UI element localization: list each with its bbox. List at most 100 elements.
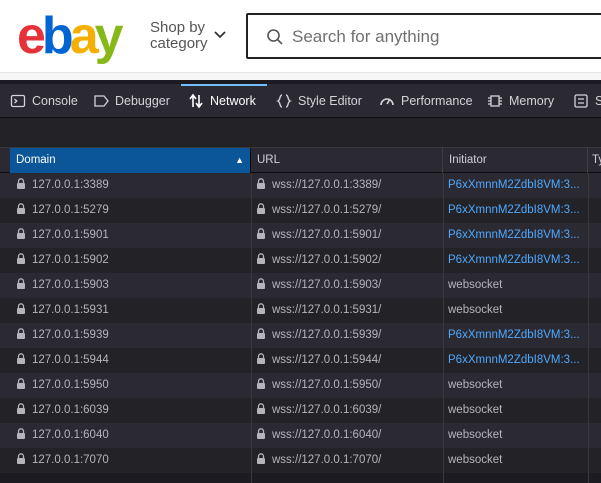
initiator-text: websocket	[448, 304, 503, 316]
table-row[interactable]: 127.0.0.1:5902 wss://127.0.0.1:5902/P6xXm…	[0, 248, 601, 273]
initiator-cell: websocket	[448, 448, 588, 473]
url-text: wss://127.0.0.1:5950/	[272, 379, 382, 391]
column-header-label: Domain	[16, 154, 56, 166]
url-text: wss://127.0.0.1:5931/	[272, 304, 382, 316]
domain-cell: 127.0.0.1:5902	[16, 248, 248, 273]
column-header-domain[interactable]: Domain ▲	[10, 148, 251, 173]
tab-label: Console	[32, 94, 78, 108]
initiator-cell: websocket	[448, 373, 588, 398]
lock-icon	[17, 303, 25, 314]
domain-text: 127.0.0.1:6040	[32, 429, 109, 441]
ebay-subheader-strip	[0, 72, 601, 80]
lock-icon	[17, 428, 25, 439]
table-row[interactable]: 127.0.0.1:6040 wss://127.0.0.1:6040/webso…	[0, 423, 601, 448]
debugger-icon	[94, 95, 109, 107]
tab-network[interactable]: Network	[188, 84, 256, 118]
table-row[interactable]: 127.0.0.1:5939 wss://127.0.0.1:5939/P6xXm…	[0, 323, 601, 348]
domain-cell: 127.0.0.1:5901	[16, 223, 248, 248]
url-text: wss://127.0.0.1:6039/	[272, 404, 382, 416]
memory-icon	[488, 95, 502, 107]
domain-text: 127.0.0.1:6039	[32, 404, 109, 416]
storage-icon	[574, 94, 588, 108]
initiator-text: websocket	[448, 429, 503, 441]
performance-icon	[380, 98, 394, 106]
column-header-type[interactable]: Ty	[588, 148, 601, 173]
initiator-text: P6xXmnnM2ZdbI8VM:3...	[448, 179, 580, 191]
url-cell: wss://127.0.0.1:6039/	[256, 398, 442, 423]
lock-icon	[257, 253, 265, 264]
lock-icon	[257, 278, 265, 289]
network-filter-bar[interactable]	[0, 118, 601, 148]
domain-text: 127.0.0.1:5944	[32, 354, 109, 366]
tab-debugger[interactable]: Debugger	[93, 84, 170, 118]
initiator-text: P6xXmnnM2ZdbI8VM:3...	[448, 204, 580, 216]
table-row[interactable]: 127.0.0.1:3389 wss://127.0.0.1:3389/P6xXm…	[0, 173, 601, 198]
tab-label: Network	[210, 94, 256, 108]
column-header-url[interactable]: URL	[251, 148, 443, 173]
url-cell: wss://127.0.0.1:5950/	[256, 373, 442, 398]
column-header-initiator[interactable]: Initiator	[443, 148, 588, 173]
initiator-text: P6xXmnnM2ZdbI8VM:3...	[448, 354, 580, 366]
domain-text: 127.0.0.1:5903	[32, 279, 109, 291]
initiator-cell[interactable]: P6xXmnnM2ZdbI8VM:3...	[448, 198, 588, 223]
search-input[interactable]: Search for anything	[292, 27, 439, 47]
initiator-cell[interactable]: P6xXmnnM2ZdbI8VM:3...	[448, 248, 588, 273]
table-row[interactable]: 127.0.0.1:5903 wss://127.0.0.1:5903/webso…	[0, 273, 601, 298]
ebay-logo[interactable]: ebay	[17, 6, 124, 66]
initiator-cell: websocket	[448, 273, 588, 298]
search-icon	[267, 29, 283, 45]
domain-text: 127.0.0.1:5950	[32, 379, 109, 391]
domain-text: 127.0.0.1:3389	[32, 179, 109, 191]
table-row[interactable]: 127.0.0.1:7070 wss://127.0.0.1:7070/webso…	[0, 448, 601, 473]
domain-cell: 127.0.0.1:5944	[16, 348, 248, 373]
chevron-down-icon[interactable]	[212, 26, 228, 42]
domain-text: 127.0.0.1:7070	[32, 454, 109, 466]
url-cell: wss://127.0.0.1:7070/	[256, 448, 442, 473]
shop-by-category-button[interactable]: Shop by category	[150, 20, 208, 52]
url-cell: wss://127.0.0.1:5931/	[256, 298, 442, 323]
shop-by-label: Shop by	[150, 19, 206, 36]
url-cell: wss://127.0.0.1:5944/	[256, 348, 442, 373]
table-row[interactable]: 127.0.0.1:5279 wss://127.0.0.1:5279/P6xXm…	[0, 198, 601, 223]
domain-cell: 127.0.0.1:6040	[16, 423, 248, 448]
table-row[interactable]: 127.0.0.1:5944 wss://127.0.0.1:5944/P6xXm…	[0, 348, 601, 373]
lock-icon	[257, 428, 265, 439]
table-row[interactable]: 127.0.0.1:5901 wss://127.0.0.1:5901/P6xXm…	[0, 223, 601, 248]
url-cell: wss://127.0.0.1:5939/	[256, 323, 442, 348]
initiator-cell[interactable]: P6xXmnnM2ZdbI8VM:3...	[448, 323, 588, 348]
url-text: wss://127.0.0.1:6040/	[272, 429, 382, 441]
tab-memory[interactable]: Memory	[487, 84, 554, 118]
style-editor-icon	[276, 94, 292, 108]
domain-cell: 127.0.0.1:5939	[16, 323, 248, 348]
tab-storage[interactable]: S	[573, 84, 601, 118]
tab-style-editor[interactable]: Style Editor	[276, 84, 362, 118]
initiator-cell: websocket	[448, 398, 588, 423]
lock-icon	[257, 328, 265, 339]
initiator-text: websocket	[448, 454, 503, 466]
tab-console[interactable]: Console	[10, 84, 78, 118]
initiator-cell[interactable]: P6xXmnnM2ZdbI8VM:3...	[448, 348, 588, 373]
initiator-text: websocket	[448, 279, 503, 291]
domain-cell: 127.0.0.1:5903	[16, 273, 248, 298]
domain-cell: 127.0.0.1:3389	[16, 173, 248, 198]
table-row[interactable]: 127.0.0.1:6039 wss://127.0.0.1:6039/webso…	[0, 398, 601, 423]
column-header-label: Ty	[592, 154, 601, 166]
tab-label: Performance	[401, 94, 473, 108]
lock-icon	[17, 353, 25, 364]
initiator-cell[interactable]: P6xXmnnM2ZdbI8VM:3...	[448, 223, 588, 248]
initiator-text: websocket	[448, 379, 503, 391]
table-row[interactable]: 127.0.0.1:5931 wss://127.0.0.1:5931/webso…	[0, 298, 601, 323]
logo-letter-y: y	[94, 7, 124, 65]
initiator-cell: websocket	[448, 423, 588, 448]
lock-icon	[17, 378, 25, 389]
table-row[interactable]: 127.0.0.1:5950 wss://127.0.0.1:5950/webso…	[0, 373, 601, 398]
search-box[interactable]: Search for anything	[246, 13, 601, 59]
tab-performance[interactable]: Performance	[379, 84, 473, 118]
tab-label: S	[595, 94, 601, 108]
console-icon	[10, 94, 26, 108]
initiator-cell[interactable]: P6xXmnnM2ZdbI8VM:3...	[448, 173, 588, 198]
lock-icon	[257, 178, 265, 189]
lock-icon	[257, 203, 265, 214]
url-text: wss://127.0.0.1:3389/	[272, 179, 382, 191]
domain-cell: 127.0.0.1:5279	[16, 198, 248, 223]
